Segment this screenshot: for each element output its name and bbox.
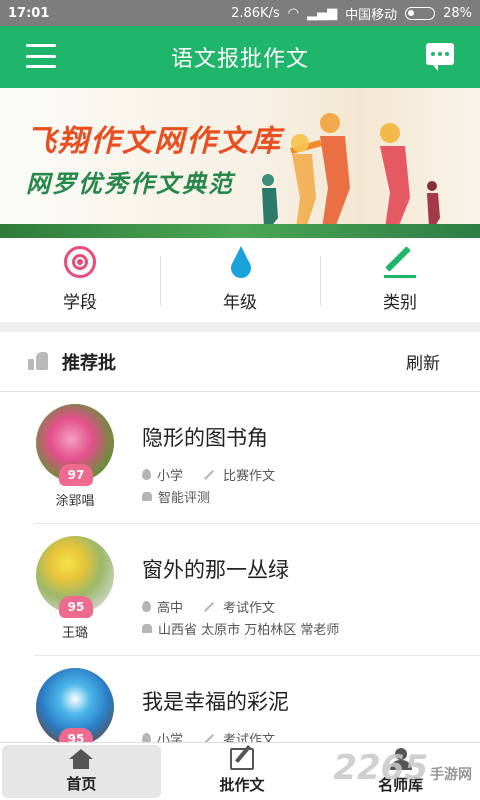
refresh-button[interactable]: 刷新 [406, 349, 440, 374]
hamburger-menu-icon[interactable] [26, 44, 56, 68]
tab-home-label: 首页 [66, 775, 97, 793]
chat-bubble-icon[interactable] [426, 43, 454, 71]
essay-type: 比赛作文 [223, 469, 276, 484]
drop-icon [142, 469, 151, 480]
essay-reviewer: 山西省 太原市 万柏林区 常老师 [158, 623, 340, 638]
app-bar: 语文报批作文 [0, 26, 480, 88]
home-icon [68, 749, 94, 769]
essay-reviewer: 智能评测 [158, 491, 211, 506]
author-name: 王璐 [61, 626, 88, 641]
essay-type: 考试作文 [223, 601, 276, 616]
signal-icon: ▂▄▆ [307, 5, 338, 21]
site-watermark: 2265 手游网 [333, 748, 472, 788]
water-drop-icon [229, 246, 251, 278]
score-badge: 97 [59, 464, 93, 486]
essay-reviewer-row: 山西省 太原市 万柏林区 常老师 [142, 619, 339, 638]
app-title: 语文报批作文 [170, 47, 309, 72]
network-speed: 2.86K/s [231, 5, 280, 21]
person-icon [142, 492, 152, 501]
banner-ground [0, 224, 480, 238]
essay-tags: 高中 考试作文 [142, 597, 275, 616]
category-filter-row: 学段 年级 类别 [0, 238, 480, 322]
essay-reviewer-row: 智能评测 [142, 487, 210, 506]
essay-tags: 小学 比赛作文 [142, 465, 275, 484]
author-name: 涂郢唱 [55, 494, 95, 509]
section-divider [0, 322, 480, 332]
runners-illustration [262, 113, 440, 228]
target-icon [64, 246, 96, 278]
list-item[interactable]: 95 王璐 窗外的那一丛绿 高中 考试作文 山西省 太原市 万柏林区 常老师 [34, 524, 480, 656]
drop-icon [142, 601, 151, 612]
person-icon [142, 624, 152, 633]
battery-icon [405, 6, 436, 20]
tab-review-essay-label: 批作文 [219, 776, 265, 794]
essay-list: 97 涂郢唱 隐形的图书角 小学 比赛作文 智能评测 95 王璐 窗外的那一丛绿… [0, 392, 480, 788]
essay-title: 我是幸福的彩泥 [142, 690, 289, 714]
score-badge: 95 [59, 596, 93, 618]
tab-review-essay[interactable]: 批作文 [163, 743, 322, 800]
essay-title: 窗外的那一丛绿 [142, 558, 289, 582]
carrier-name: 中国移动 [345, 7, 398, 23]
essay-level: 小学 [157, 469, 184, 484]
battery-percent: 28% [443, 5, 472, 21]
pen-icon [204, 469, 214, 480]
wifi-icon: ◠ [287, 5, 300, 21]
pen-icon [204, 601, 214, 612]
filter-grade[interactable]: 年级 [160, 238, 320, 322]
status-time: 17:01 [8, 5, 50, 21]
recommended-section-header: 推荐批 刷新 [0, 332, 480, 392]
filter-stage[interactable]: 学段 [0, 238, 160, 322]
filter-grade-label: 年级 [223, 293, 257, 313]
pen-icon [384, 246, 416, 278]
essay-level: 高中 [157, 601, 184, 616]
filter-stage-label: 学段 [63, 293, 97, 313]
status-bar: 17:01 2.86K/s ◠ ▂▄▆ 中国移动 28% [0, 0, 480, 26]
thumbs-up-icon [28, 352, 48, 370]
list-item[interactable]: 97 涂郢唱 隐形的图书角 小学 比赛作文 智能评测 [34, 392, 480, 524]
edit-icon [230, 748, 254, 770]
filter-category[interactable]: 类别 [320, 238, 480, 322]
filter-category-label: 类别 [383, 293, 417, 313]
tab-home[interactable]: 首页 [2, 745, 161, 798]
section-title: 推荐批 [62, 352, 116, 374]
promo-banner[interactable]: 飞翔作文网作文库 网罗优秀作文典范 [0, 88, 480, 238]
essay-title: 隐形的图书角 [142, 426, 268, 450]
